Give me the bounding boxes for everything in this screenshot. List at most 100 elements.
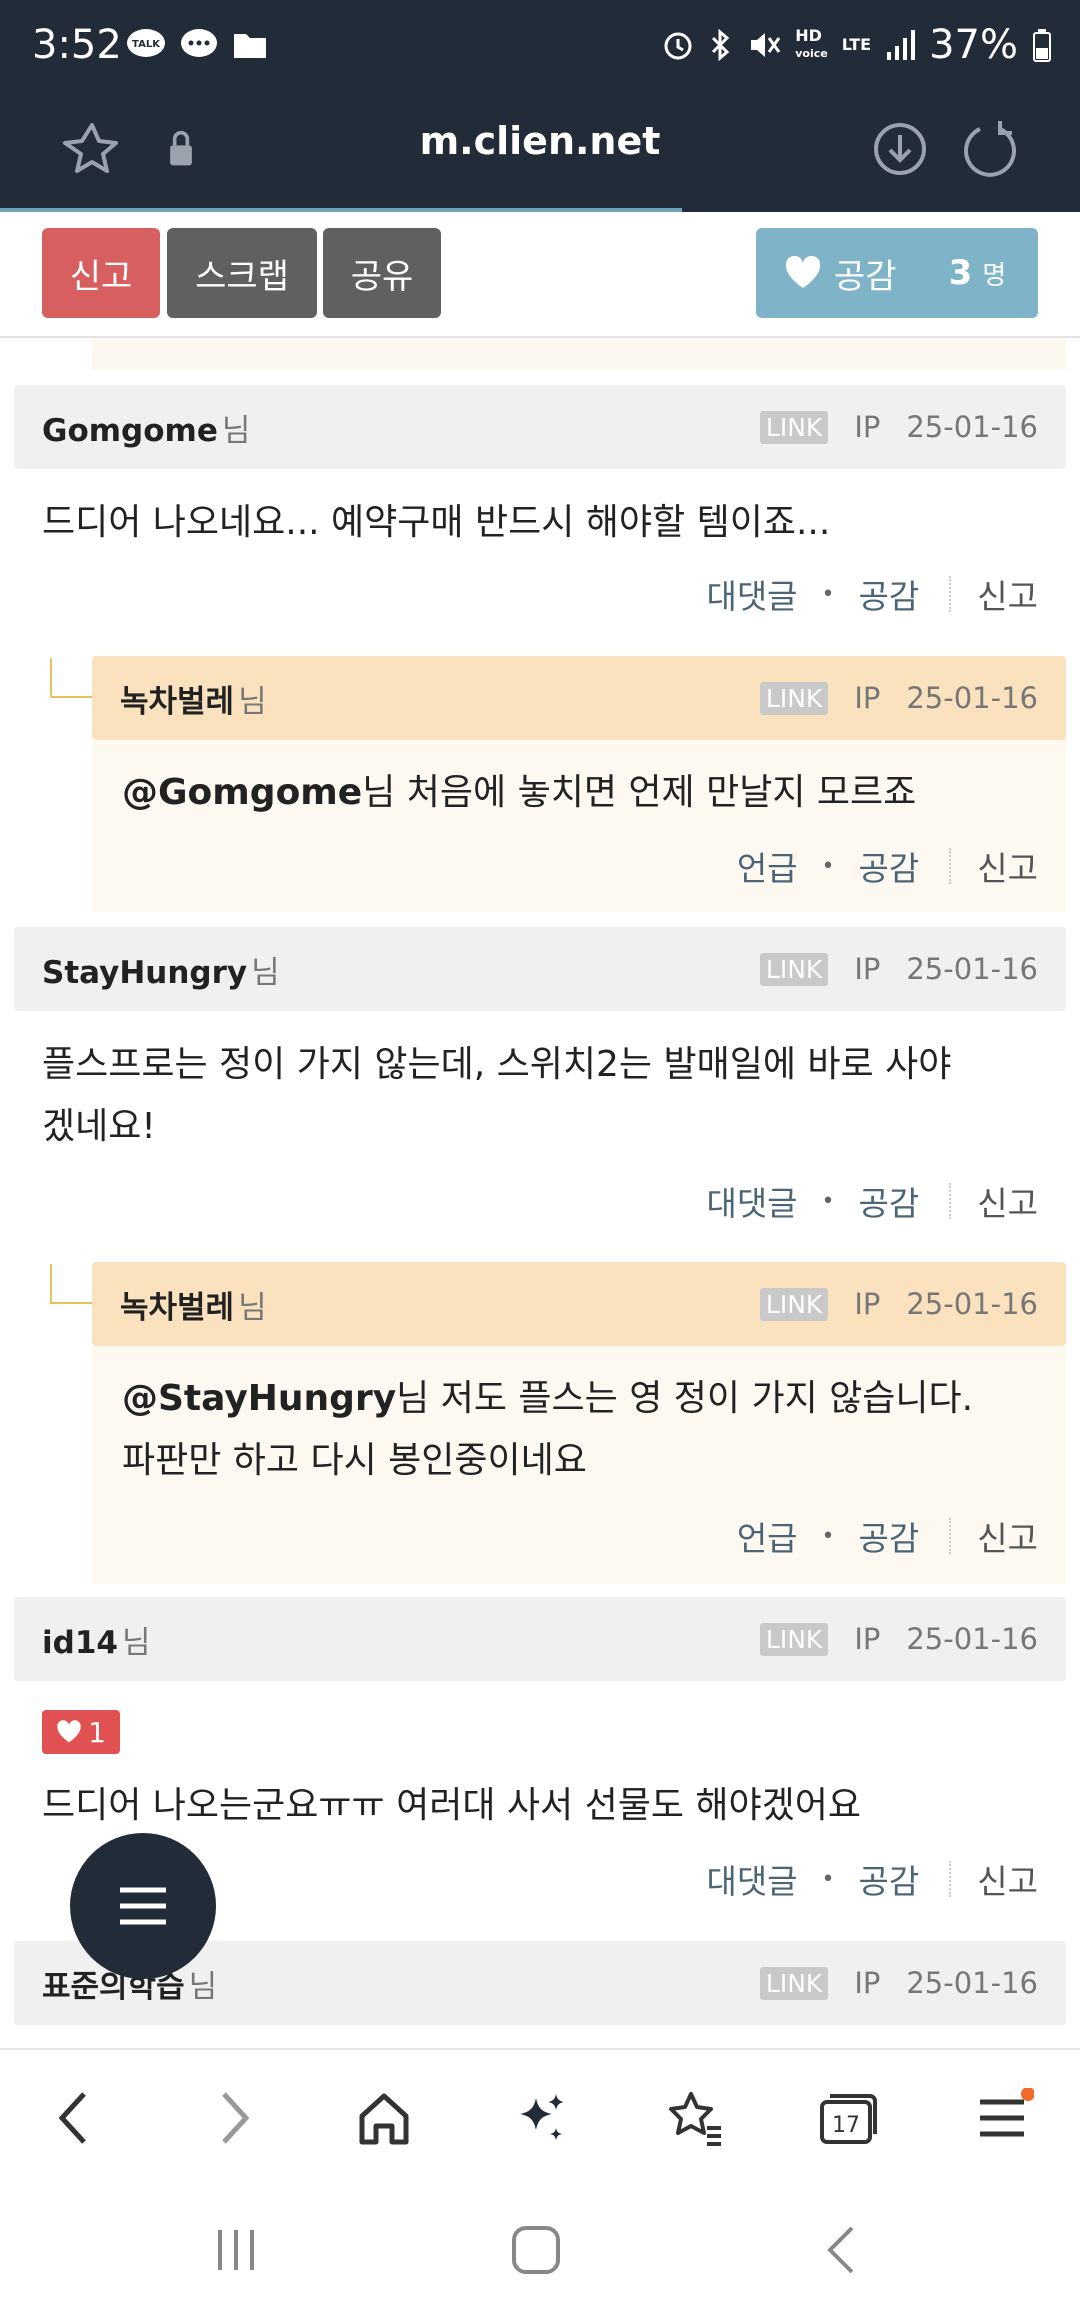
menu-icon bbox=[120, 1887, 166, 1925]
recent-apps-icon[interactable] bbox=[206, 2220, 266, 2280]
sparkle-icon bbox=[520, 2094, 564, 2140]
link-badge[interactable]: LINK bbox=[759, 1966, 829, 2000]
reload-icon[interactable] bbox=[958, 117, 1022, 181]
kakaotalk-icon: TALK bbox=[127, 29, 165, 57]
comment-author[interactable]: 녹차벌레 님 bbox=[120, 676, 267, 721]
back-button[interactable] bbox=[36, 2080, 112, 2156]
link-badge[interactable]: LINK bbox=[759, 1287, 829, 1321]
comment-actions: 대댓글 • 공감 신고 bbox=[706, 570, 1038, 618]
comment-report-button[interactable]: 신고 bbox=[977, 842, 1038, 890]
browser-top-bar: 3:52 TALK HD voice LTE 37% m.clien.net bbox=[0, 0, 1080, 212]
link-badge[interactable]: LINK bbox=[759, 952, 829, 986]
alarm-icon bbox=[664, 32, 692, 60]
notification-icons: TALK bbox=[126, 28, 268, 62]
ip-label: IP bbox=[854, 410, 881, 444]
home-nav-icon[interactable] bbox=[506, 2220, 566, 2280]
floating-menu-button[interactable] bbox=[70, 1833, 216, 1979]
chat-icon bbox=[181, 29, 217, 57]
browser-menu-button[interactable] bbox=[966, 2080, 1042, 2156]
comment-date: 25-01-16 bbox=[906, 1287, 1038, 1321]
comment-author[interactable]: StayHungry 님 bbox=[42, 947, 280, 992]
share-button[interactable]: 공유 bbox=[323, 228, 441, 318]
comment-actions: 언급 • 공감 신고 bbox=[737, 842, 1038, 890]
comment-actions: 언급 • 공감 신고 bbox=[737, 1512, 1038, 1560]
comment-report-button[interactable]: 신고 bbox=[977, 1855, 1038, 1903]
comment-date: 25-01-16 bbox=[906, 1622, 1038, 1656]
reply-header: 녹차벌레 님 LINK IP 25-01-16 bbox=[92, 1262, 1066, 1346]
like-button[interactable]: 공감 3 명 bbox=[756, 228, 1038, 318]
bookmarks-button[interactable] bbox=[656, 2080, 732, 2156]
post-action-bar: 신고 스크랩 공유 공감 3 명 bbox=[0, 212, 1080, 338]
comment-text: 드디어 나오네요... 예약구매 반드시 해야할 템이죠... bbox=[42, 502, 831, 543]
mention-link[interactable]: @Gomgome bbox=[122, 772, 362, 813]
like-count: 3 bbox=[948, 253, 973, 293]
back-nav-icon[interactable] bbox=[812, 2220, 872, 2280]
bluetooth-icon bbox=[712, 28, 730, 62]
comment-report-button[interactable]: 신고 bbox=[977, 570, 1038, 618]
svg-text:TALK: TALK bbox=[132, 39, 161, 50]
comment-meta: LINK IP 25-01-16 bbox=[759, 410, 1038, 444]
download-icon[interactable] bbox=[868, 117, 932, 181]
home-button[interactable] bbox=[346, 2080, 422, 2156]
forward-button[interactable] bbox=[196, 2080, 272, 2156]
previous-reply-edge bbox=[92, 338, 1066, 370]
status-time: 3:52 bbox=[32, 22, 122, 68]
mention-button[interactable]: 언급 bbox=[737, 842, 798, 890]
browser-bottom-toolbar: 17 bbox=[0, 2048, 1080, 2184]
comment-like-button[interactable]: 공감 bbox=[859, 1512, 920, 1560]
link-badge[interactable]: LINK bbox=[759, 410, 829, 444]
like-badge-count: 1 bbox=[88, 1715, 106, 1749]
tabs-button[interactable]: 17 bbox=[810, 2080, 886, 2156]
comment-header: Gomgome 님 LINK IP 25-01-16 bbox=[14, 385, 1066, 469]
reply-button[interactable]: 대댓글 bbox=[706, 1177, 797, 1225]
signal-icon bbox=[887, 30, 916, 60]
comment-date: 25-01-16 bbox=[906, 1966, 1038, 2000]
assistant-button[interactable] bbox=[502, 2080, 578, 2156]
comment-date: 25-01-16 bbox=[906, 952, 1038, 986]
heart-icon bbox=[785, 256, 821, 288]
hd-voice: HD voice bbox=[795, 26, 828, 61]
comment-like-button[interactable]: 공감 bbox=[859, 842, 920, 890]
ip-label: IP bbox=[854, 1966, 881, 2000]
ip-label: IP bbox=[854, 1622, 881, 1656]
battery-icon bbox=[1033, 29, 1051, 62]
comment-date: 25-01-16 bbox=[906, 410, 1038, 444]
mention-button[interactable]: 언급 bbox=[737, 1512, 798, 1560]
reply-header: 녹차벌레 님 LINK IP 25-01-16 bbox=[92, 656, 1066, 740]
comment-author[interactable]: Gomgome 님 bbox=[42, 405, 250, 450]
comment-report-button[interactable]: 신고 bbox=[977, 1177, 1038, 1225]
comment-like-button[interactable]: 공감 bbox=[859, 1855, 920, 1903]
comment-report-button[interactable]: 신고 bbox=[977, 1512, 1038, 1560]
battery-percent: 37% bbox=[929, 22, 1018, 68]
comment-actions: 대댓글 • 공감 신고 bbox=[706, 1177, 1038, 1225]
link-badge[interactable]: LINK bbox=[759, 681, 829, 715]
forward-icon bbox=[222, 2092, 250, 2144]
comment-like-button[interactable]: 공감 bbox=[859, 1177, 920, 1225]
reply-connector bbox=[50, 658, 92, 698]
report-button[interactable]: 신고 bbox=[42, 228, 160, 318]
folder-icon bbox=[234, 34, 266, 58]
reply-connector bbox=[50, 1264, 92, 1304]
comment-meta: LINK IP 25-01-16 bbox=[759, 681, 1038, 715]
tabs-count: 17 bbox=[832, 2113, 860, 2138]
comment-author[interactable]: id14 님 bbox=[42, 1617, 151, 1662]
comment-meta: LINK IP 25-01-16 bbox=[759, 952, 1038, 986]
comment-actions: 대댓글 • 공감 신고 bbox=[706, 1855, 1038, 1903]
mention-link[interactable]: @StayHungry bbox=[122, 1378, 396, 1419]
system-navigation-bar bbox=[0, 2184, 1080, 2316]
link-badge[interactable]: LINK bbox=[759, 1622, 829, 1656]
reply-text: @Gomgome님 처음에 놓치면 언제 만날지 모르죠 bbox=[122, 772, 917, 813]
comment-author[interactable]: 녹차벌레 님 bbox=[120, 1282, 267, 1327]
lte-indicator: LTE bbox=[841, 35, 872, 54]
ip-label: IP bbox=[854, 1287, 881, 1321]
reply-button[interactable]: 대댓글 bbox=[706, 570, 797, 618]
reply-button[interactable]: 대댓글 bbox=[706, 1855, 797, 1903]
like-label: 공감 bbox=[834, 256, 897, 297]
status-right: HD voice LTE 37% bbox=[661, 22, 1052, 68]
scrap-button[interactable]: 스크랩 bbox=[167, 228, 317, 318]
home-icon bbox=[359, 2093, 409, 2145]
comment-like-button[interactable]: 공감 bbox=[859, 570, 920, 618]
browser-menu-icon bbox=[980, 2088, 1034, 2137]
comment-like-badge: 1 bbox=[42, 1710, 120, 1754]
comment-meta: LINK IP 25-01-16 bbox=[759, 1622, 1038, 1656]
